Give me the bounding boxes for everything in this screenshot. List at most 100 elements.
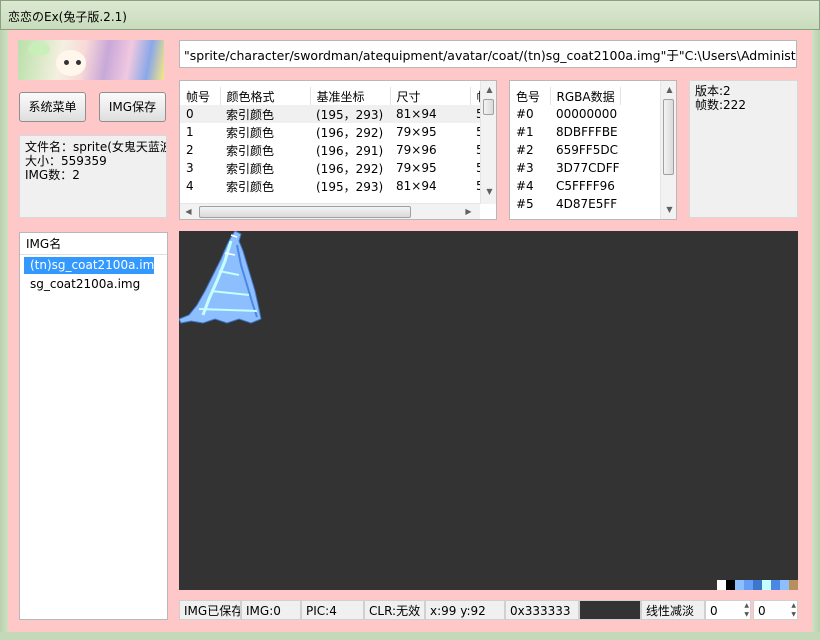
scroll-up-arrow-icon[interactable]: ▲	[661, 85, 676, 94]
table-cell: 659FF5DC	[556, 143, 618, 157]
frames-table: 帧号 颜色格式 基准坐标 尺寸 帧 0 索引颜色 (195，293) 81×94…	[180, 87, 491, 195]
path-display[interactable]: "sprite/character/swordman/atequipment/a…	[179, 40, 797, 68]
table-cell: #5	[516, 197, 534, 211]
sprite-preview-canvas[interactable]	[179, 231, 798, 590]
palette-swatch[interactable]	[735, 580, 744, 590]
window-title: 恋恋のEx(兔子版.2.1)	[8, 10, 127, 24]
table-cell: #3	[516, 161, 534, 175]
palette-swatch[interactable]	[717, 580, 726, 590]
spin-down-icon[interactable]: ▼	[791, 611, 796, 619]
table-cell: 4D87E5FF	[556, 197, 618, 211]
table-row[interactable]: 1 索引颜色 (196，292) 79×95 5	[180, 123, 490, 141]
column-header[interactable]: 基准坐标	[310, 87, 391, 105]
color-hex-status: 0x333333	[505, 600, 579, 620]
save-status: IMG已保存	[179, 600, 241, 620]
column-header[interactable]: RGBA数据	[550, 87, 621, 105]
column-header[interactable]: 色号	[510, 87, 551, 105]
spin-input-2[interactable]: 0 ▲ ▼	[753, 600, 798, 620]
table-cell: (195，293)	[316, 179, 384, 194]
blend-mode-selector[interactable]: 线性减淡	[641, 600, 705, 620]
table-cell: 索引颜色	[226, 143, 275, 158]
scrollbar-thumb[interactable]	[663, 99, 674, 175]
clr-status: CLR:无效	[364, 600, 425, 620]
table-cell: 3D77CDFF	[556, 161, 620, 175]
img-save-button[interactable]: IMG保存	[99, 92, 166, 122]
table-row[interactable]: #4 C5FFFF96	[510, 177, 660, 195]
list-item[interactable]: sg_coat2100a.img	[24, 276, 163, 293]
scroll-down-arrow-icon[interactable]: ▼	[481, 187, 496, 196]
palette-swatch[interactable]	[744, 580, 753, 590]
table-cell: 1	[186, 125, 194, 139]
table-row[interactable]: 3 索引颜色 (196，292) 79×95 5	[180, 159, 490, 177]
column-header[interactable]: 尺寸	[390, 87, 471, 105]
palette-swatch[interactable]	[780, 580, 789, 590]
frames-table-header: 帧号 颜色格式 基准坐标 尺寸 帧	[180, 87, 491, 105]
palette-swatch[interactable]	[789, 580, 798, 590]
table-row[interactable]: #2 659FF5DC	[510, 141, 660, 159]
table-cell: 2	[186, 143, 194, 157]
column-header[interactable]: 帧号	[180, 87, 221, 105]
table-cell: #4	[516, 179, 534, 193]
column-header	[620, 87, 660, 105]
img-list-header[interactable]: IMG名	[20, 233, 167, 255]
table-cell: (196，292)	[316, 161, 384, 176]
palette-swatches[interactable]	[717, 580, 798, 590]
table-cell: C5FFFF96	[556, 179, 615, 193]
scroll-up-arrow-icon[interactable]: ▲	[481, 85, 496, 94]
scroll-right-arrow-icon[interactable]: ▶	[460, 207, 477, 216]
frame-count-label: 帧数:222	[695, 98, 746, 112]
window-frame-left	[0, 30, 8, 640]
file-name-info: 文件名：sprite(女鬼天蓝波	[25, 140, 167, 154]
spin-down-icon[interactable]: ▼	[744, 611, 749, 619]
file-info-panel: 文件名：sprite(女鬼天蓝波 大小：559359 IMG数：2	[19, 135, 167, 218]
table-cell: 索引颜色	[226, 125, 275, 140]
scrollbar-thumb[interactable]	[199, 206, 411, 218]
table-row[interactable]: 4 索引颜色 (195，293) 81×94 5	[180, 177, 490, 195]
table-cell: 3	[186, 161, 194, 175]
table-row[interactable]: #0 00000000	[510, 105, 660, 123]
palette-swatch[interactable]	[762, 580, 771, 590]
window-frame-right	[812, 30, 820, 640]
table-cell: #2	[516, 143, 534, 157]
table-cell: 索引颜色	[220, 105, 310, 123]
table-cell: 4	[186, 179, 194, 193]
table-cell: #1	[516, 125, 534, 139]
frames-vertical-scrollbar[interactable]: ▲ ▼	[480, 81, 496, 204]
cursor-coords-status: x:99 y:92	[425, 600, 505, 620]
table-cell: 79×96	[396, 143, 437, 157]
color-table-vertical-scrollbar[interactable]: ▲ ▼	[660, 81, 676, 219]
table-cell: 81×94	[390, 105, 470, 123]
table-row[interactable]: #5 4D87E5FF	[510, 195, 660, 213]
table-row[interactable]: 2 索引颜色 (196，291) 79×96 5	[180, 141, 490, 159]
scroll-left-arrow-icon[interactable]: ◀	[180, 207, 197, 216]
table-row[interactable]: #3 3D77CDFF	[510, 159, 660, 177]
spin-up-icon[interactable]: ▲	[791, 602, 796, 610]
palette-swatch[interactable]	[726, 580, 735, 590]
table-cell: #0	[516, 107, 534, 121]
spin-input-1-value: 0	[710, 604, 718, 618]
system-menu-button[interactable]: 系统菜单	[19, 92, 86, 122]
table-cell: 索引颜色	[226, 161, 275, 176]
sprite-preview-image	[179, 231, 262, 324]
table-cell: 79×95	[396, 161, 437, 175]
avatar-banner-image	[18, 40, 164, 80]
table-cell: 79×95	[396, 125, 437, 139]
pic-index-status: PIC:4	[301, 600, 364, 620]
table-cell: (196，292)	[316, 125, 384, 140]
color-table: 色号 RGBA数据 #0 00000000 #1 8DBFFFBE #2 659FF5…	[510, 87, 660, 213]
table-cell: 81×94	[396, 179, 437, 193]
img-list-panel: IMG名 (tn)sg_coat2100a.img sg_coat2100a.i…	[19, 232, 168, 620]
palette-swatch[interactable]	[753, 580, 762, 590]
status-bar: IMG已保存 IMG:0 PIC:4 CLR:无效 x:99 y:92 0x33…	[179, 600, 798, 620]
scroll-down-arrow-icon[interactable]: ▼	[661, 205, 676, 214]
table-row[interactable]: #1 8DBFFFBE	[510, 123, 660, 141]
scrollbar-thumb[interactable]	[483, 99, 494, 115]
palette-swatch[interactable]	[771, 580, 780, 590]
column-header[interactable]: 颜色格式	[220, 87, 311, 105]
list-item[interactable]: (tn)sg_coat2100a.img	[24, 257, 162, 274]
frames-horizontal-scrollbar[interactable]: ◀ ▶	[180, 203, 480, 219]
spin-input-1[interactable]: 0 ▲ ▼	[705, 600, 751, 620]
version-info-panel: 版本:2 帧数:222	[689, 80, 798, 218]
table-row[interactable]: 0 索引颜色 (195，293) 81×94 5	[180, 105, 490, 123]
spin-up-icon[interactable]: ▲	[744, 602, 749, 610]
